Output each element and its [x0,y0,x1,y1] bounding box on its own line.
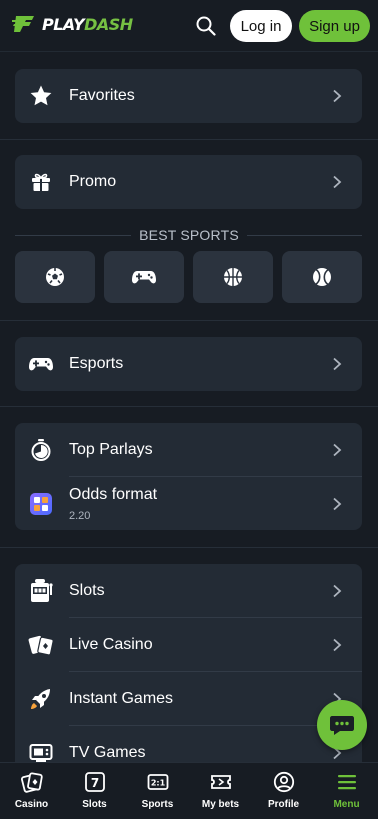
gift-icon [28,169,54,195]
favorites-label: Favorites [69,87,135,104]
chevron-right-icon [333,497,342,511]
nav-my-bets[interactable]: My bets [189,771,252,810]
logo-text: PLAYDASH [42,15,133,34]
odds-format-label: Odds format [69,486,158,503]
best-sports-title: BEST SPORTS [131,227,247,243]
slots-icon: 7 [84,771,106,793]
menu-item-live-casino[interactable]: Live Casino [15,618,362,672]
best-sport-tennis[interactable] [282,251,362,303]
chat-icon [330,716,354,735]
svg-text:7: 7 [90,776,98,790]
menu-item-slots[interactable]: Slots [15,564,362,618]
top-parlays-label: Top Parlays [69,441,153,458]
promo-card: Promo [15,155,362,209]
menu-item-promo[interactable]: Promo [15,155,362,209]
menu-item-favorites[interactable]: Favorites [15,69,362,123]
favorites-card: Favorites [15,69,362,123]
odds-format-value: 2.20 [69,510,91,522]
nav-menu-label: Menu [333,799,360,810]
best-sport-soccer[interactable] [15,251,95,303]
chevron-right-icon [333,638,342,652]
top-header: PLAYDASH Log in Sign up [0,0,378,52]
live-casino-label: Live Casino [69,636,153,653]
games-card: Slots Live Casino Instant Games TV Games [15,564,362,784]
bottom-navigation: Casino 7 Slots 2:1 Sports My bets Profil… [0,762,378,819]
nav-sports[interactable]: 2:1 Sports [126,771,189,810]
star-icon [28,83,54,109]
chevron-right-icon [333,584,342,598]
menu-item-instant-games[interactable]: Instant Games [15,672,362,726]
best-sport-esports[interactable] [104,251,184,303]
logo-mark-icon [12,16,34,32]
rocket-icon [28,686,54,712]
casino-icon [20,771,43,793]
esports-card: Esports [15,337,362,391]
ticket-icon [210,771,232,793]
stopwatch-icon [28,437,54,463]
brand-logo[interactable]: PLAYDASH [12,14,133,34]
menu-item-esports[interactable]: Esports [15,337,362,391]
chat-button[interactable] [317,700,367,750]
chevron-right-icon [333,175,342,189]
slots-label: Slots [69,582,105,599]
sports-icon: 2:1 [147,771,169,793]
nav-profile[interactable]: Profile [252,771,315,810]
esports-label: Esports [69,355,124,372]
tv-games-label: TV Games [69,744,146,761]
nav-slots-label: Slots [82,799,107,810]
best-sports-heading: BEST SPORTS [0,226,378,244]
betting-options-card: Top Parlays Odds format 2.20 [15,423,362,530]
soccer-ball-icon [46,268,64,286]
basketball-icon [224,268,242,286]
section-divider [0,320,378,321]
menu-item-top-parlays[interactable]: Top Parlays [15,423,362,477]
tennis-ball-icon [313,268,331,286]
logo-text-play: PLAY [42,14,85,34]
odds-grid-icon [28,491,54,517]
section-divider [0,139,378,140]
nav-my-bets-label: My bets [201,799,240,810]
gamepad-icon [28,351,54,377]
search-icon[interactable] [196,16,216,36]
nav-profile-label: Profile [267,799,300,810]
nav-menu[interactable]: Menu [315,771,378,810]
logo-text-dash: DASH [84,14,133,34]
chevron-right-icon [333,89,342,103]
nav-slots[interactable]: 7 Slots [63,771,126,810]
chevron-right-icon [333,357,342,371]
best-sport-basketball[interactable] [193,251,273,303]
promo-label: Promo [69,173,117,190]
section-divider [0,547,378,548]
menu-icon [336,771,358,793]
nav-casino[interactable]: Casino [0,771,63,810]
menu-item-odds-format[interactable]: Odds format 2.20 [15,477,362,531]
chevron-right-icon [333,443,342,457]
login-button[interactable]: Log in [230,10,292,42]
slot-machine-icon [28,578,54,604]
profile-icon [273,771,295,793]
nav-casino-label: Casino [14,799,49,810]
signup-button[interactable]: Sign up [299,10,370,42]
instant-games-label: Instant Games [69,690,174,707]
gamepad-icon [132,271,156,284]
nav-sports-label: Sports [141,799,174,810]
svg-text:2:1: 2:1 [150,779,165,788]
section-divider [0,406,378,407]
cards-icon [28,632,54,658]
